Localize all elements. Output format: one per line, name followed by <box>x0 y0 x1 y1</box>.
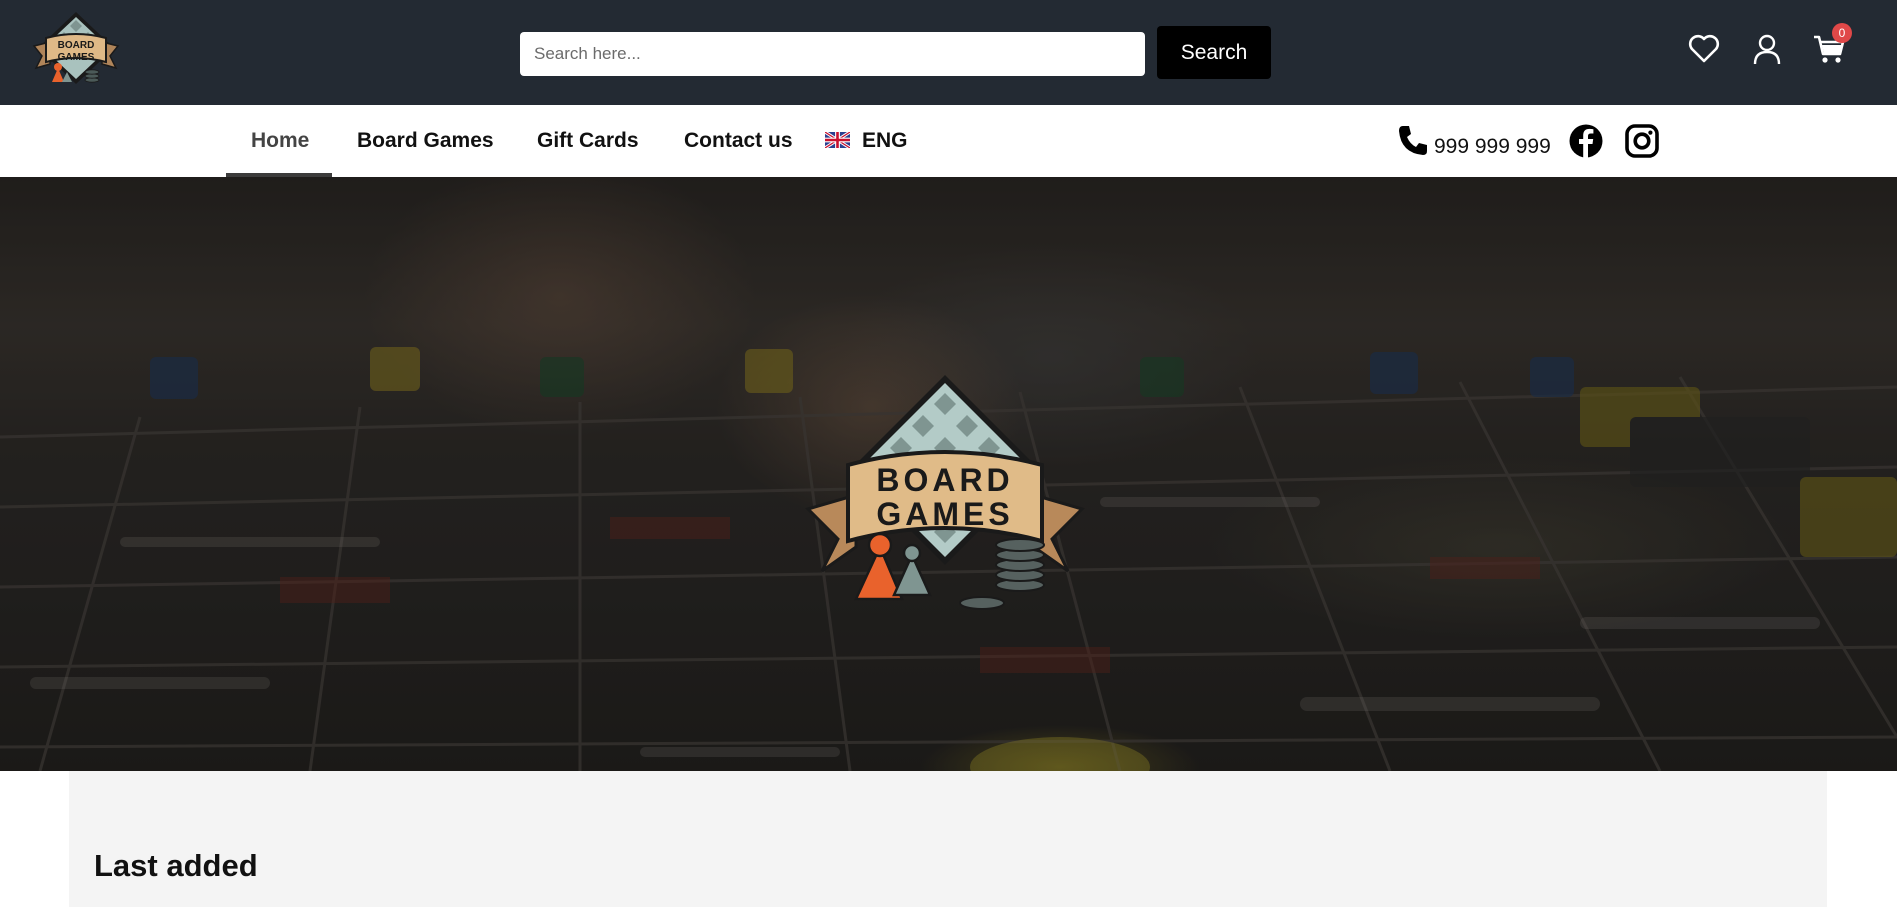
hero-banner: BOARD GAMES <box>0 177 1897 771</box>
logo-text-games: GAMES <box>58 52 95 63</box>
search-button[interactable]: Search <box>1157 26 1271 79</box>
nav-home[interactable]: Home <box>251 105 309 177</box>
nav-contact-us[interactable]: Contact us <box>684 105 793 177</box>
nav-gift-cards[interactable]: Gift Cards <box>537 105 639 177</box>
last-added-title: Last added <box>94 848 258 883</box>
language-selector[interactable]: ENG <box>862 105 908 177</box>
heart-icon[interactable] <box>1687 32 1721 66</box>
main-nav: Home Board Games Gift Cards Contact us E… <box>0 105 1897 177</box>
instagram-icon[interactable] <box>1624 123 1660 159</box>
phone-icon <box>1399 126 1427 155</box>
top-header: BOARD GAMES Search 0 <box>0 0 1897 105</box>
facebook-icon[interactable] <box>1568 123 1604 159</box>
cart-count-badge: 0 <box>1832 23 1852 43</box>
hero-logo-text-games: GAMES <box>876 496 1013 532</box>
user-icon[interactable] <box>1750 32 1784 66</box>
phone-number: 999 999 999 <box>1434 135 1551 158</box>
board-games-logo: BOARD GAMES <box>805 375 1085 610</box>
last-added-section: Last added <box>69 771 1827 907</box>
search-input[interactable] <box>520 32 1145 76</box>
site-logo[interactable]: BOARD GAMES <box>28 10 124 92</box>
nav-board-games[interactable]: Board Games <box>357 105 494 177</box>
logo-text-board: BOARD <box>58 40 95 51</box>
hero-logo-text-board: BOARD <box>876 462 1013 498</box>
uk-flag-icon[interactable] <box>825 132 850 148</box>
